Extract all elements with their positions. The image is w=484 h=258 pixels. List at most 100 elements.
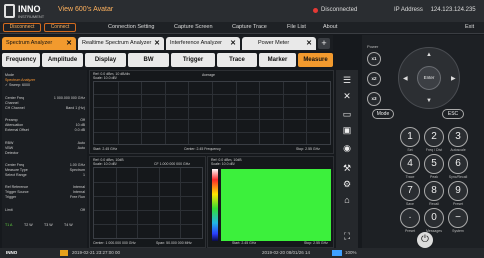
close-icon[interactable]: ✕ <box>230 37 236 50</box>
tab-spectrum-analyzer[interactable]: Spectrum Analyzer ✕ <box>2 37 76 50</box>
chart-grid <box>93 81 331 145</box>
up-arrow-icon[interactable]: ▲ <box>426 52 432 58</box>
chart-scale: Scale: 10.0 dB/ <box>93 76 117 80</box>
save-icon[interactable]: ▣ <box>341 124 353 136</box>
tools-icon[interactable]: ✕ <box>341 90 353 102</box>
close-icon[interactable]: ✕ <box>66 37 72 50</box>
mode-button[interactable]: Mode <box>372 109 394 119</box>
trace-button[interactable]: Trace <box>217 53 257 67</box>
power-label: Power <box>367 44 379 49</box>
measure-type-label: Measure Type <box>5 168 28 172</box>
key-dot[interactable]: · <box>400 208 420 228</box>
close-icon[interactable]: ✕ <box>154 37 160 50</box>
limit-value: Off <box>80 208 85 212</box>
chart-stop: Stop: 2.55 GHz <box>296 147 320 151</box>
measure-button[interactable]: Measure <box>298 53 333 67</box>
key-7-label: Save <box>406 202 414 206</box>
trace-1-status: T1 A <box>5 223 13 227</box>
zoom-x1-button[interactable]: x1 <box>367 52 381 66</box>
detector-label: Detector <box>5 151 19 155</box>
offset-value: 0.0 dB <box>74 128 85 132</box>
app-window: INNO INSTRUMENT View 600's Avatar Discon… <box>0 0 484 258</box>
trigger-source-label: Trigger Source <box>5 190 29 194</box>
tab-label: Spectrum Analyzer <box>6 40 53 46</box>
app-title: View 600's Avatar <box>58 6 114 13</box>
connect-button[interactable]: Connect <box>44 23 76 32</box>
fullscreen-icon[interactable]: ⛶ <box>341 230 353 242</box>
color-scale-bar <box>212 169 218 241</box>
camera-icon[interactable]: ◉ <box>341 142 353 154</box>
menu-file-list[interactable]: File List <box>287 24 306 30</box>
menu-connection-setting[interactable]: Connection Setting <box>108 24 154 30</box>
key-minus[interactable]: − <box>448 208 468 228</box>
left-arrow-icon[interactable]: ◀ <box>403 75 408 82</box>
status-brand: INNO <box>6 250 18 255</box>
key-1[interactable]: 1 <box>400 127 420 147</box>
power-icon[interactable]: ⏻ <box>417 232 433 248</box>
select-range-label: Select Range <box>5 173 27 177</box>
menu-exit[interactable]: Exit <box>465 24 474 30</box>
enter-button[interactable]: Enter <box>417 66 441 90</box>
trace-4-status: T4 W <box>64 223 73 227</box>
spectrogram-chart[interactable]: Ref: 0.0 dBm, 10dB Scale: 10.0 dB/ Start… <box>207 156 334 248</box>
menu-capture-trace[interactable]: Capture Trace <box>232 24 267 30</box>
chart-mode: Average <box>202 73 215 77</box>
key-8-label: Recall <box>429 202 439 206</box>
trigger-button[interactable]: Trigger <box>171 53 215 67</box>
esc-button[interactable]: ESC <box>442 109 464 119</box>
marker-button[interactable]: Marker <box>259 53 296 67</box>
menu-about[interactable]: About <box>323 24 337 30</box>
key-5[interactable]: 5 <box>424 154 444 174</box>
tab-label: Power Meter <box>258 40 290 46</box>
key-4[interactable]: 4 <box>400 154 420 174</box>
amplitude-button[interactable]: Amplitude <box>42 53 83 67</box>
tab-realtime-spectrum[interactable]: Realtime Spectrum Analyzer ✕ <box>78 37 164 50</box>
key-dot-label: Preset <box>404 229 416 233</box>
limit-label: Limit <box>5 208 13 212</box>
key-6[interactable]: 6 <box>448 154 468 174</box>
spectrum-chart[interactable]: Ref: 0.0 dBm, 10 dB/div Scale: 10.0 dB/ … <box>89 70 334 154</box>
status-bar: INNO 2019-02-21 23:27:00 00 2019-02-20 0… <box>0 248 484 258</box>
chart-scale: Scale: 10.0 dB/ <box>93 162 117 166</box>
navigation-dial[interactable]: ▲ ▼ ◀ ▶ Enter <box>398 47 460 109</box>
key-9[interactable]: 9 <box>448 181 468 201</box>
chart-start: Center: 1 000.000 000 GHz <box>93 241 136 245</box>
home-icon[interactable]: ⌂ <box>341 194 353 206</box>
frequency-button[interactable]: Frequency <box>2 53 40 67</box>
trace-2-status: T2 W <box>24 223 33 227</box>
key-0[interactable]: 0 <box>424 208 444 228</box>
wrench-icon[interactable]: ⚒ <box>341 162 353 174</box>
tab-power-meter[interactable]: Power Meter ✕ <box>242 37 316 50</box>
right-arrow-icon[interactable]: ▶ <box>451 75 456 82</box>
trigger-label: Trigger <box>5 195 17 199</box>
sweep-center-value: 1.00 GHz <box>69 163 85 167</box>
down-arrow-icon[interactable]: ▼ <box>426 98 432 104</box>
zoom-x3-button[interactable]: x3 <box>367 92 381 106</box>
key-2[interactable]: 2 <box>424 127 444 147</box>
sweep-center-label: Center Freq <box>5 163 25 167</box>
menu-capture-screen[interactable]: Capture Screen <box>174 24 213 30</box>
folder-icon[interactable]: ▭ <box>341 108 353 120</box>
channel-label: Channel <box>5 101 19 105</box>
disconnect-button[interactable]: Disconnect <box>3 23 41 32</box>
key-6-label: Sync/Recall <box>448 175 468 179</box>
battery-level: 100% <box>345 250 357 255</box>
menu-bar: Disconnect Connect Connection Setting Ca… <box>0 22 484 34</box>
key-3[interactable]: 3 <box>448 127 468 147</box>
add-tab-button[interactable]: + <box>318 38 330 49</box>
display-button[interactable]: Display <box>85 53 126 67</box>
gear-icon[interactable]: ⚙ <box>341 178 353 190</box>
tab-interference-analyzer[interactable]: Interference Analyzer ✕ <box>166 37 240 50</box>
function-bar: Frequency Amplitude Display BW Trigger T… <box>2 53 333 68</box>
ch-channel-label: CH Channel <box>5 106 25 110</box>
waterfall-chart[interactable]: Ref: 0.0 dBm, 10dB Scale: 10.0 dB/ CF 1.… <box>89 156 206 248</box>
list-icon[interactable]: ☰ <box>341 74 353 86</box>
key-8[interactable]: 8 <box>424 181 444 201</box>
chart-stop: Stop: 2.55 GHz <box>304 241 328 245</box>
chart-grid <box>93 167 203 239</box>
key-7[interactable]: 7 <box>400 181 420 201</box>
close-icon[interactable]: ✕ <box>306 37 312 50</box>
chart-center: Center: 2.45 Frequency <box>184 147 221 151</box>
zoom-x2-button[interactable]: x2 <box>367 72 381 86</box>
bw-button[interactable]: BW <box>128 53 169 67</box>
